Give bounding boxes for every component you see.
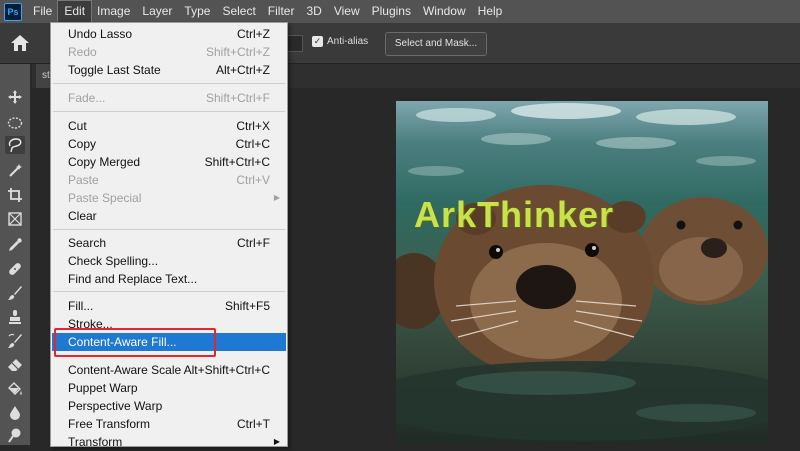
tools-panel: [0, 64, 31, 445]
move-tool-icon[interactable]: [5, 88, 25, 106]
antialias-label: Anti-alias: [327, 36, 369, 47]
menu-select[interactable]: Select: [216, 1, 261, 22]
crop-tool-icon[interactable]: [5, 186, 25, 204]
menu-item-content-aware-scale[interactable]: Content-Aware Scale Alt+Shift+Ctrl+C: [52, 361, 286, 379]
menu-item-cut[interactable]: Cut Ctrl+X: [52, 117, 286, 135]
edit-menu-dropdown: Undo Lasso Ctrl+Z Redo Shift+Ctrl+Z Toggle…: [50, 22, 288, 449]
menu-help[interactable]: Help: [472, 1, 509, 22]
menu-separator: [53, 229, 285, 230]
menu-item-perspective-warp[interactable]: Perspective Warp: [52, 397, 286, 415]
menu-separator: [53, 111, 285, 112]
antialias-checkbox[interactable]: ✓: [312, 36, 323, 47]
select-and-mask-button[interactable]: Select and Mask...: [385, 32, 487, 56]
menu-separator: [53, 291, 285, 292]
menu-item-transform[interactable]: Transform ▶: [52, 433, 286, 451]
blur-tool-icon[interactable]: [5, 404, 25, 422]
healing-brush-tool-icon[interactable]: [5, 260, 25, 278]
menu-item-redo[interactable]: Redo Shift+Ctrl+Z: [52, 43, 286, 61]
submenu-arrow-icon: ▶: [273, 437, 280, 446]
watermark-text: ArkThinker: [414, 194, 615, 235]
menu-item-stroke[interactable]: Stroke...: [52, 315, 286, 333]
menu-item-paste[interactable]: Paste Ctrl+V: [52, 171, 286, 189]
menu-item-puppet-warp[interactable]: Puppet Warp: [52, 379, 286, 397]
dodge-tool-icon[interactable]: [5, 426, 25, 444]
marquee-tool-icon[interactable]: [5, 114, 25, 132]
menu-item-undo-lasso[interactable]: Undo Lasso Ctrl+Z: [52, 25, 286, 43]
menu-view[interactable]: View: [328, 1, 366, 22]
menu-type[interactable]: Type: [178, 1, 216, 22]
canvas-image[interactable]: [396, 101, 768, 445]
menu-plugins[interactable]: Plugins: [366, 1, 417, 22]
menu-item-clear[interactable]: Clear: [52, 207, 286, 225]
otter-photo: [396, 103, 768, 441]
menu-item-paste-special[interactable]: Paste Special ▶: [52, 189, 286, 207]
eyedropper-tool-icon[interactable]: [5, 236, 25, 254]
menu-window[interactable]: Window: [417, 1, 472, 22]
menu-edit[interactable]: Edit: [57, 0, 93, 23]
menu-item-search[interactable]: Search Ctrl+F: [52, 234, 286, 252]
menu-item-toggle-last-state[interactable]: Toggle Last State Alt+Ctrl+Z: [52, 61, 286, 79]
menu-item-content-aware-fill[interactable]: Content-Aware Fill...: [52, 333, 286, 351]
menu-item-copy-merged[interactable]: Copy Merged Shift+Ctrl+C: [52, 153, 286, 171]
menu-item-fill[interactable]: Fill... Shift+F5: [52, 297, 286, 315]
menu-bar: Ps File Edit Image Layer Type Select Fil…: [0, 0, 800, 23]
photoshop-logo-icon[interactable]: Ps: [4, 2, 22, 21]
eraser-tool-icon[interactable]: [5, 356, 25, 374]
paint-bucket-tool-icon[interactable]: [5, 380, 25, 398]
brush-tool-icon[interactable]: [5, 284, 25, 302]
menu-filter[interactable]: Filter: [262, 1, 301, 22]
magic-wand-tool-icon[interactable]: [5, 162, 25, 180]
submenu-arrow-icon: ▶: [273, 193, 280, 202]
menu-item-fade[interactable]: Fade... Shift+Ctrl+F: [52, 89, 286, 107]
menu-item-check-spelling[interactable]: Check Spelling...: [52, 252, 286, 270]
menu-file[interactable]: File: [27, 1, 58, 22]
home-icon[interactable]: [10, 34, 30, 52]
antialias-control[interactable]: ✓ Anti-alias: [312, 36, 368, 47]
menu-layer[interactable]: Layer: [136, 1, 178, 22]
menu-3d[interactable]: 3D: [300, 1, 327, 22]
menu-item-copy[interactable]: Copy Ctrl+C: [52, 135, 286, 153]
menu-separator: [53, 83, 285, 84]
clone-stamp-tool-icon[interactable]: [5, 308, 25, 326]
lasso-tool-icon[interactable]: [5, 136, 25, 154]
frame-tool-icon[interactable]: [5, 210, 25, 228]
menu-image[interactable]: Image: [91, 1, 136, 22]
menu-item-free-transform[interactable]: Free Transform Ctrl+T: [52, 415, 286, 433]
menu-item-find-replace-text[interactable]: Find and Replace Text...: [52, 270, 286, 288]
history-brush-tool-icon[interactable]: [5, 332, 25, 350]
